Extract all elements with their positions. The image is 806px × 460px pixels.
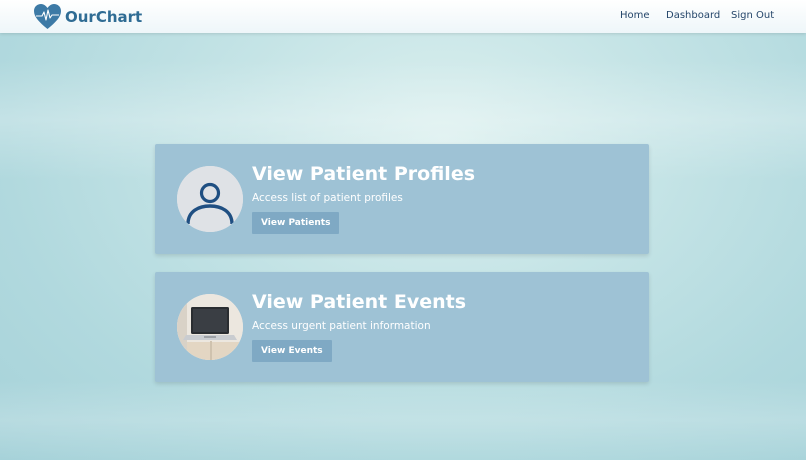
view-events-button[interactable]: View Events: [252, 340, 332, 362]
card-description: Access list of patient profiles: [252, 192, 403, 204]
card-description: Access urgent patient information: [252, 320, 431, 332]
navbar: OurChart Home Dashboard Sign Out: [0, 0, 806, 33]
user-profile-icon: [177, 166, 243, 232]
brand-name: OurChart: [65, 7, 143, 26]
nav-home-link[interactable]: Home: [620, 10, 650, 21]
view-patients-button[interactable]: View Patients: [252, 212, 340, 234]
background-texture: [0, 380, 806, 460]
card-title: View Patient Profiles: [252, 163, 476, 185]
patient-profiles-card: View Patient Profiles Access list of pat…: [155, 144, 649, 254]
brand-logo[interactable]: OurChart: [33, 3, 142, 30]
card-title: View Patient Events: [252, 291, 467, 313]
heart-pulse-icon: [34, 4, 61, 29]
nav-signout-link[interactable]: Sign Out: [731, 10, 774, 21]
laptop-image: [177, 294, 243, 360]
nav-dashboard-link[interactable]: Dashboard: [666, 10, 720, 21]
patient-events-card: View Patient Events Access urgent patien…: [155, 272, 649, 382]
